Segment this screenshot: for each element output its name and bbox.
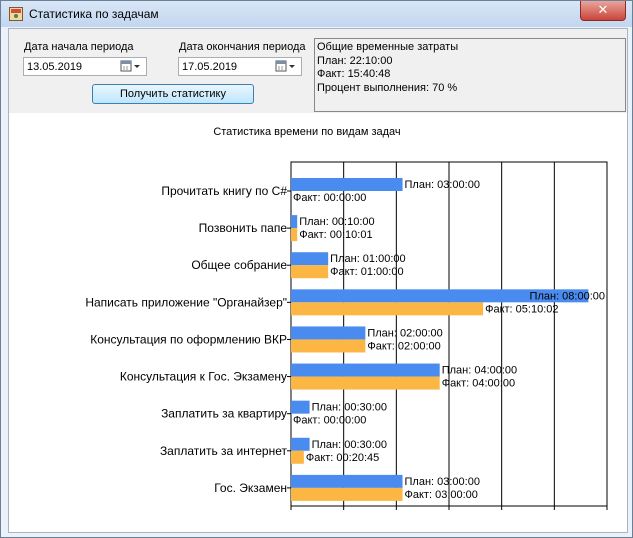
fact-data-label: Факт: 00:10:01 — [299, 229, 372, 241]
start-date-label: Дата начала периода — [24, 41, 134, 53]
fact-bar — [291, 376, 440, 390]
chart-title: Статистика времени по видам задач — [213, 126, 400, 138]
category-label: Заплатить за интернет — [160, 444, 288, 458]
plan-data-label: План: 03:00:00 — [405, 179, 480, 191]
end-date-picker[interactable]: 17.05.2019 — [178, 57, 302, 76]
statistics-window: Статистика по задачам ✕ Дата начала пери… — [0, 0, 633, 538]
plan-bar — [291, 474, 403, 488]
plan-bar — [291, 363, 440, 377]
plan-data-label: План: 00:10:00 — [299, 216, 374, 228]
fact-bar — [291, 265, 329, 279]
calendar-app-icon — [9, 7, 23, 21]
plan-bar — [291, 437, 310, 451]
fact-data-label: Факт: 00:00:00 — [293, 192, 366, 204]
end-date-value: 17.05.2019 — [182, 61, 238, 73]
plan-data-label: План: 00:30:00 — [312, 439, 387, 451]
category-label: Прочитать книгу по C# — [161, 184, 287, 198]
summary-fact: Факт: 15:40:48 — [317, 68, 391, 80]
plan-data-label: План: 04:00:00 — [442, 365, 517, 377]
plan-bar — [291, 178, 403, 191]
category-label: Гос. Экзамен — [214, 481, 287, 495]
time-by-task-chart: Статистика времени по видам задач Прочит… — [85, 126, 608, 510]
summary-heading: Общие временные затраты — [317, 41, 459, 53]
category-label: Написать приложение "Органайзер" — [85, 295, 287, 309]
category-label: Общее собрание — [191, 258, 287, 272]
plan-data-label: План: 08:00:00 — [530, 290, 605, 302]
plan-bar — [291, 215, 298, 229]
plan-bar — [291, 252, 329, 266]
start-date-picker[interactable]: 13.05.2019 — [23, 57, 147, 76]
summary-percent: Процент выполнения: 70 % — [317, 82, 458, 94]
summary-panel: Общие временные затраты План: 22:10:00 Ф… — [314, 38, 626, 112]
calendar-dropdown-icon[interactable] — [275, 60, 297, 73]
plan-data-label: План: 01:00:00 — [330, 253, 405, 265]
plan-data-label: План: 00:30:00 — [312, 402, 387, 414]
fact-data-label: Факт: 02:00:00 — [367, 340, 440, 352]
chart-area: Статистика времени по видам задач Прочит… — [9, 113, 627, 532]
calendar-dropdown-icon[interactable] — [120, 60, 142, 73]
fact-data-label: Факт: 00:20:45 — [306, 452, 379, 464]
plan-data-label: План: 03:00:00 — [405, 476, 480, 488]
fact-data-label: Факт: 05:10:02 — [485, 303, 558, 315]
plan-data-label: План: 02:00:00 — [367, 327, 442, 339]
close-button[interactable]: ✕ — [580, 1, 626, 21]
category-label: Консультация к Гос. Экзамену — [120, 370, 287, 384]
plan-bar — [291, 400, 310, 414]
fact-data-label: Факт: 03:00:00 — [405, 489, 478, 501]
fact-bar — [291, 228, 298, 242]
fact-bar — [291, 487, 403, 501]
fact-bar — [291, 302, 484, 316]
get-statistics-button[interactable]: Получить статистику — [92, 84, 254, 104]
client-area: Дата начала периода 13.05.2019 Дата окон… — [8, 28, 628, 533]
fact-bar — [291, 450, 304, 464]
category-label: Позвонить папе — [199, 221, 288, 235]
summary-plan: План: 22:10:00 — [317, 55, 393, 67]
plan-bar — [291, 326, 366, 340]
fact-bar — [291, 339, 366, 353]
window-title: Статистика по задачам — [29, 7, 159, 21]
fact-data-label: Факт: 01:00:00 — [330, 266, 403, 278]
fact-data-label: Факт: 00:00:00 — [293, 415, 366, 427]
category-label: Консультация по оформлению ВКР — [90, 332, 287, 346]
title-bar: Статистика по задачам ✕ — [1, 1, 632, 27]
category-label: Заплатить за квартиру — [161, 407, 287, 421]
fact-data-label: Факт: 04:00:00 — [442, 378, 515, 390]
end-date-label: Дата окончания периода — [179, 41, 306, 53]
start-date-value: 13.05.2019 — [27, 61, 83, 73]
